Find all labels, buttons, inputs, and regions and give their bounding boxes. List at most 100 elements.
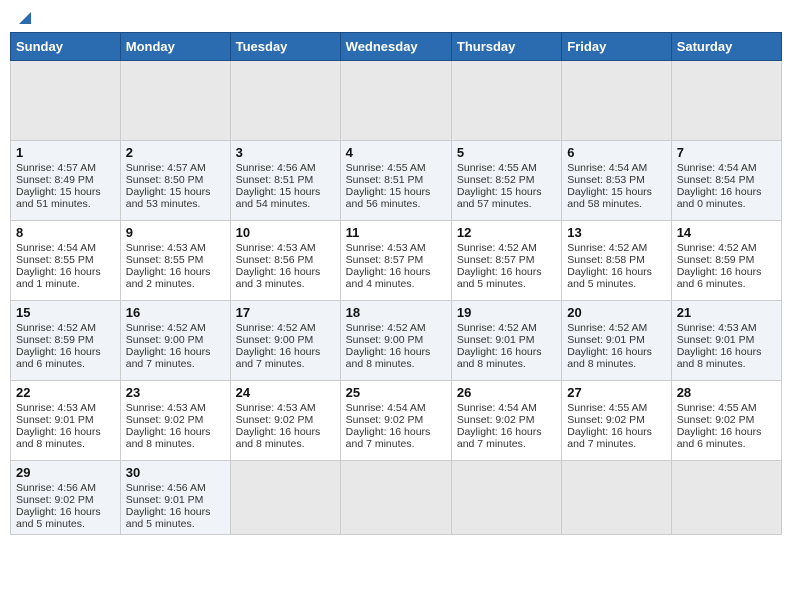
- calendar-cell: 25 Sunrise: 4:54 AM Sunset: 9:02 PM Dayl…: [340, 381, 451, 461]
- calendar-cell: [230, 61, 340, 141]
- sunrise-text: Sunrise: 4:53 AM: [236, 402, 316, 414]
- sunset-text: Sunset: 8:51 PM: [236, 174, 314, 186]
- calendar-cell: 18 Sunrise: 4:52 AM Sunset: 9:00 PM Dayl…: [340, 301, 451, 381]
- day-number: 19: [457, 305, 556, 320]
- day-number: 13: [567, 225, 665, 240]
- daylight-text: Daylight: 16 hours and 5 minutes.: [457, 266, 542, 290]
- day-of-week-header: Friday: [562, 33, 671, 61]
- day-number: 20: [567, 305, 665, 320]
- sunset-text: Sunset: 9:02 PM: [457, 414, 535, 426]
- calendar-cell: 13 Sunrise: 4:52 AM Sunset: 8:58 PM Dayl…: [562, 221, 671, 301]
- sunrise-text: Sunrise: 4:54 AM: [567, 162, 647, 174]
- calendar-cell: [451, 61, 561, 141]
- sunset-text: Sunset: 8:50 PM: [126, 174, 204, 186]
- sunset-text: Sunset: 9:00 PM: [346, 334, 424, 346]
- sunrise-text: Sunrise: 4:56 AM: [126, 482, 206, 494]
- sunset-text: Sunset: 8:49 PM: [16, 174, 94, 186]
- day-number: 6: [567, 145, 665, 160]
- daylight-text: Daylight: 16 hours and 7 minutes.: [457, 426, 542, 450]
- daylight-text: Daylight: 15 hours and 53 minutes.: [126, 186, 211, 210]
- calendar-cell: 16 Sunrise: 4:52 AM Sunset: 9:00 PM Dayl…: [120, 301, 230, 381]
- sunset-text: Sunset: 8:53 PM: [567, 174, 645, 186]
- sunrise-text: Sunrise: 4:53 AM: [346, 242, 426, 254]
- day-number: 26: [457, 385, 556, 400]
- day-of-week-header: Thursday: [451, 33, 561, 61]
- sunset-text: Sunset: 9:01 PM: [16, 414, 94, 426]
- calendar-cell: 10 Sunrise: 4:53 AM Sunset: 8:56 PM Dayl…: [230, 221, 340, 301]
- day-number: 18: [346, 305, 446, 320]
- sunrise-text: Sunrise: 4:53 AM: [236, 242, 316, 254]
- logo-triangle-icon: [15, 10, 31, 26]
- sunset-text: Sunset: 9:00 PM: [126, 334, 204, 346]
- sunset-text: Sunset: 9:01 PM: [567, 334, 645, 346]
- calendar-cell: 8 Sunrise: 4:54 AM Sunset: 8:55 PM Dayli…: [11, 221, 121, 301]
- sunrise-text: Sunrise: 4:57 AM: [126, 162, 206, 174]
- calendar-cell: 11 Sunrise: 4:53 AM Sunset: 8:57 PM Dayl…: [340, 221, 451, 301]
- calendar-cell: 6 Sunrise: 4:54 AM Sunset: 8:53 PM Dayli…: [562, 141, 671, 221]
- daylight-text: Daylight: 16 hours and 4 minutes.: [346, 266, 431, 290]
- day-number: 5: [457, 145, 556, 160]
- day-number: 22: [16, 385, 115, 400]
- calendar-cell: [230, 461, 340, 535]
- calendar-cell: 29 Sunrise: 4:56 AM Sunset: 9:02 PM Dayl…: [11, 461, 121, 535]
- calendar-cell: [562, 461, 671, 535]
- calendar-cell: 15 Sunrise: 4:52 AM Sunset: 8:59 PM Dayl…: [11, 301, 121, 381]
- day-number: 8: [16, 225, 115, 240]
- sunrise-text: Sunrise: 4:52 AM: [346, 322, 426, 334]
- day-number: 4: [346, 145, 446, 160]
- sunrise-text: Sunrise: 4:55 AM: [346, 162, 426, 174]
- page-header: [10, 10, 782, 24]
- daylight-text: Daylight: 15 hours and 54 minutes.: [236, 186, 321, 210]
- daylight-text: Daylight: 16 hours and 6 minutes.: [677, 266, 762, 290]
- day-number: 17: [236, 305, 335, 320]
- daylight-text: Daylight: 16 hours and 8 minutes.: [16, 426, 101, 450]
- sunrise-text: Sunrise: 4:52 AM: [236, 322, 316, 334]
- calendar-cell: [562, 61, 671, 141]
- calendar-cell: 3 Sunrise: 4:56 AM Sunset: 8:51 PM Dayli…: [230, 141, 340, 221]
- calendar-header-row: SundayMondayTuesdayWednesdayThursdayFrid…: [11, 33, 782, 61]
- sunrise-text: Sunrise: 4:55 AM: [677, 402, 757, 414]
- calendar-cell: [340, 61, 451, 141]
- daylight-text: Daylight: 16 hours and 5 minutes.: [16, 506, 101, 530]
- day-of-week-header: Monday: [120, 33, 230, 61]
- day-number: 30: [126, 465, 225, 480]
- calendar-cell: 24 Sunrise: 4:53 AM Sunset: 9:02 PM Dayl…: [230, 381, 340, 461]
- daylight-text: Daylight: 16 hours and 6 minutes.: [16, 346, 101, 370]
- sunset-text: Sunset: 9:02 PM: [236, 414, 314, 426]
- logo: [14, 10, 32, 24]
- calendar-cell: 23 Sunrise: 4:53 AM Sunset: 9:02 PM Dayl…: [120, 381, 230, 461]
- sunset-text: Sunset: 8:56 PM: [236, 254, 314, 266]
- sunrise-text: Sunrise: 4:54 AM: [677, 162, 757, 174]
- sunrise-text: Sunrise: 4:53 AM: [126, 242, 206, 254]
- day-number: 15: [16, 305, 115, 320]
- sunset-text: Sunset: 9:00 PM: [236, 334, 314, 346]
- sunrise-text: Sunrise: 4:53 AM: [677, 322, 757, 334]
- day-number: 23: [126, 385, 225, 400]
- day-number: 3: [236, 145, 335, 160]
- day-number: 12: [457, 225, 556, 240]
- daylight-text: Daylight: 16 hours and 7 minutes.: [346, 426, 431, 450]
- sunrise-text: Sunrise: 4:54 AM: [16, 242, 96, 254]
- day-number: 7: [677, 145, 776, 160]
- calendar-cell: 4 Sunrise: 4:55 AM Sunset: 8:51 PM Dayli…: [340, 141, 451, 221]
- daylight-text: Daylight: 16 hours and 8 minutes.: [457, 346, 542, 370]
- calendar-cell: 1 Sunrise: 4:57 AM Sunset: 8:49 PM Dayli…: [11, 141, 121, 221]
- sunrise-text: Sunrise: 4:52 AM: [126, 322, 206, 334]
- daylight-text: Daylight: 16 hours and 1 minute.: [16, 266, 101, 290]
- sunset-text: Sunset: 8:57 PM: [457, 254, 535, 266]
- calendar-table: SundayMondayTuesdayWednesdayThursdayFrid…: [10, 32, 782, 535]
- sunset-text: Sunset: 9:01 PM: [677, 334, 755, 346]
- daylight-text: Daylight: 16 hours and 0 minutes.: [677, 186, 762, 210]
- calendar-cell: [671, 461, 781, 535]
- day-number: 25: [346, 385, 446, 400]
- daylight-text: Daylight: 15 hours and 56 minutes.: [346, 186, 431, 210]
- day-number: 11: [346, 225, 446, 240]
- sunrise-text: Sunrise: 4:55 AM: [567, 402, 647, 414]
- sunset-text: Sunset: 8:55 PM: [126, 254, 204, 266]
- day-number: 24: [236, 385, 335, 400]
- sunrise-text: Sunrise: 4:57 AM: [16, 162, 96, 174]
- sunset-text: Sunset: 8:58 PM: [567, 254, 645, 266]
- day-of-week-header: Wednesday: [340, 33, 451, 61]
- daylight-text: Daylight: 16 hours and 2 minutes.: [126, 266, 211, 290]
- sunset-text: Sunset: 9:01 PM: [126, 494, 204, 506]
